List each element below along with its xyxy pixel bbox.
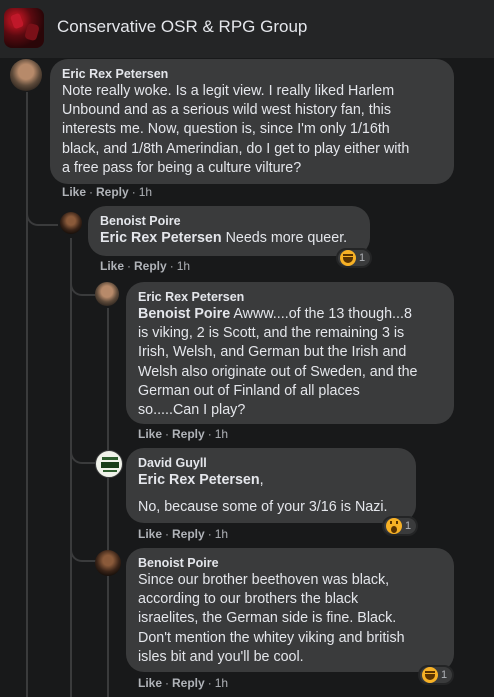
comment-text: Eric Rex Petersen, <box>138 471 404 490</box>
comment-text: Eric Rex Petersen Needs more queer. <box>100 229 358 248</box>
thread-connector <box>70 270 96 296</box>
comment-actions: Like · Reply · 1h <box>62 185 152 199</box>
reaction-badge[interactable]: 1 <box>418 665 455 685</box>
separator: · <box>89 185 94 199</box>
reply-button[interactable]: Reply <box>96 185 129 199</box>
like-button[interactable]: Like <box>100 259 124 273</box>
comment-author[interactable]: Eric Rex Petersen <box>138 289 442 305</box>
comment-author[interactable]: David Guyll <box>138 455 404 471</box>
thread-connector <box>26 200 58 226</box>
comment-bubble: David Guyll Eric Rex Petersen, No, becau… <box>126 448 416 523</box>
comment-text: Since our brother beethoven was black, a… <box>138 572 405 665</box>
mention-suffix: , <box>259 472 264 488</box>
separator: · <box>127 259 132 273</box>
like-button[interactable]: Like <box>138 427 162 441</box>
comment-actions: Like · Reply · 1h <box>138 427 228 441</box>
comment-timestamp[interactable]: 1h <box>215 676 228 690</box>
separator: · <box>207 527 212 541</box>
separator: · <box>207 427 212 441</box>
reply-button[interactable]: Reply <box>134 259 167 273</box>
comment-actions: Like · Reply · 1h <box>100 259 190 273</box>
separator: · <box>131 185 136 199</box>
separator: · <box>165 527 170 541</box>
avatar[interactable] <box>95 282 119 306</box>
group-avatar[interactable] <box>4 8 44 48</box>
comment-bubble: Eric Rex Petersen Note really woke. Is a… <box>50 59 454 184</box>
avatar[interactable] <box>95 550 121 576</box>
avatar[interactable] <box>10 59 42 91</box>
separator: · <box>165 427 170 441</box>
comment-timestamp[interactable]: 1h <box>177 259 190 273</box>
comment-author[interactable]: Benoist Poire <box>100 213 358 229</box>
wow-emoji-icon <box>386 518 402 534</box>
comment-bubble: Benoist Poire Eric Rex Petersen Needs mo… <box>88 206 370 256</box>
comment-bubble: Eric Rex Petersen Benoist Poire Awww....… <box>126 282 454 424</box>
group-title[interactable]: Conservative OSR & RPG Group <box>57 17 307 37</box>
mention-link[interactable]: Benoist Poire <box>138 306 230 322</box>
logo-mark <box>101 462 119 468</box>
mention-link[interactable]: Eric Rex Petersen <box>100 230 222 246</box>
comment-author[interactable]: Eric Rex Petersen <box>62 66 442 82</box>
comment-text: Note really woke. Is a legit view. I rea… <box>62 83 410 176</box>
thread-connector <box>70 440 96 464</box>
thread-connector <box>70 538 96 562</box>
haha-emoji-icon <box>340 250 356 266</box>
like-button[interactable]: Like <box>62 185 86 199</box>
like-button[interactable]: Like <box>138 676 162 690</box>
comment-actions: Like · Reply · 1h <box>138 527 228 541</box>
haha-emoji-icon <box>422 667 438 683</box>
reply-button[interactable]: Reply <box>172 676 205 690</box>
comment-actions: Like · Reply · 1h <box>138 676 228 690</box>
comment-timestamp[interactable]: 1h <box>215 427 228 441</box>
comment-body: Needs more queer. <box>221 230 348 246</box>
logo-mark <box>102 457 118 460</box>
comment-body: No, because some of your 3/16 is Nazi. <box>138 499 388 516</box>
reply-button[interactable]: Reply <box>172 527 205 541</box>
thread-line <box>70 238 72 697</box>
mention-link[interactable]: Eric Rex Petersen <box>138 472 260 488</box>
comment-text: Benoist Poire Awww....of the 13 though..… <box>138 305 442 420</box>
comment-timestamp[interactable]: 1h <box>215 527 228 541</box>
separator: · <box>169 259 174 273</box>
comment-body: Awww....of the 13 though...8 is viking, … <box>138 306 418 419</box>
comment-author[interactable]: Benoist Poire <box>138 555 442 571</box>
reaction-count: 1 <box>405 520 412 532</box>
reaction-count: 1 <box>441 669 448 681</box>
reply-button[interactable]: Reply <box>172 427 205 441</box>
separator: · <box>165 676 170 690</box>
separator: · <box>207 676 212 690</box>
group-header: Conservative OSR & RPG Group <box>0 0 494 58</box>
thread-line <box>107 308 109 697</box>
thread-line <box>26 92 28 697</box>
comment-bubble: Benoist Poire Since our brother beethove… <box>126 548 454 672</box>
avatar[interactable] <box>95 450 123 478</box>
reaction-badge[interactable]: 1 <box>382 516 419 536</box>
reaction-count: 1 <box>359 252 366 264</box>
comment-timestamp[interactable]: 1h <box>139 185 152 199</box>
reaction-badge[interactable]: 1 <box>336 248 373 268</box>
avatar[interactable] <box>60 212 82 234</box>
like-button[interactable]: Like <box>138 527 162 541</box>
logo-mark <box>103 470 117 472</box>
